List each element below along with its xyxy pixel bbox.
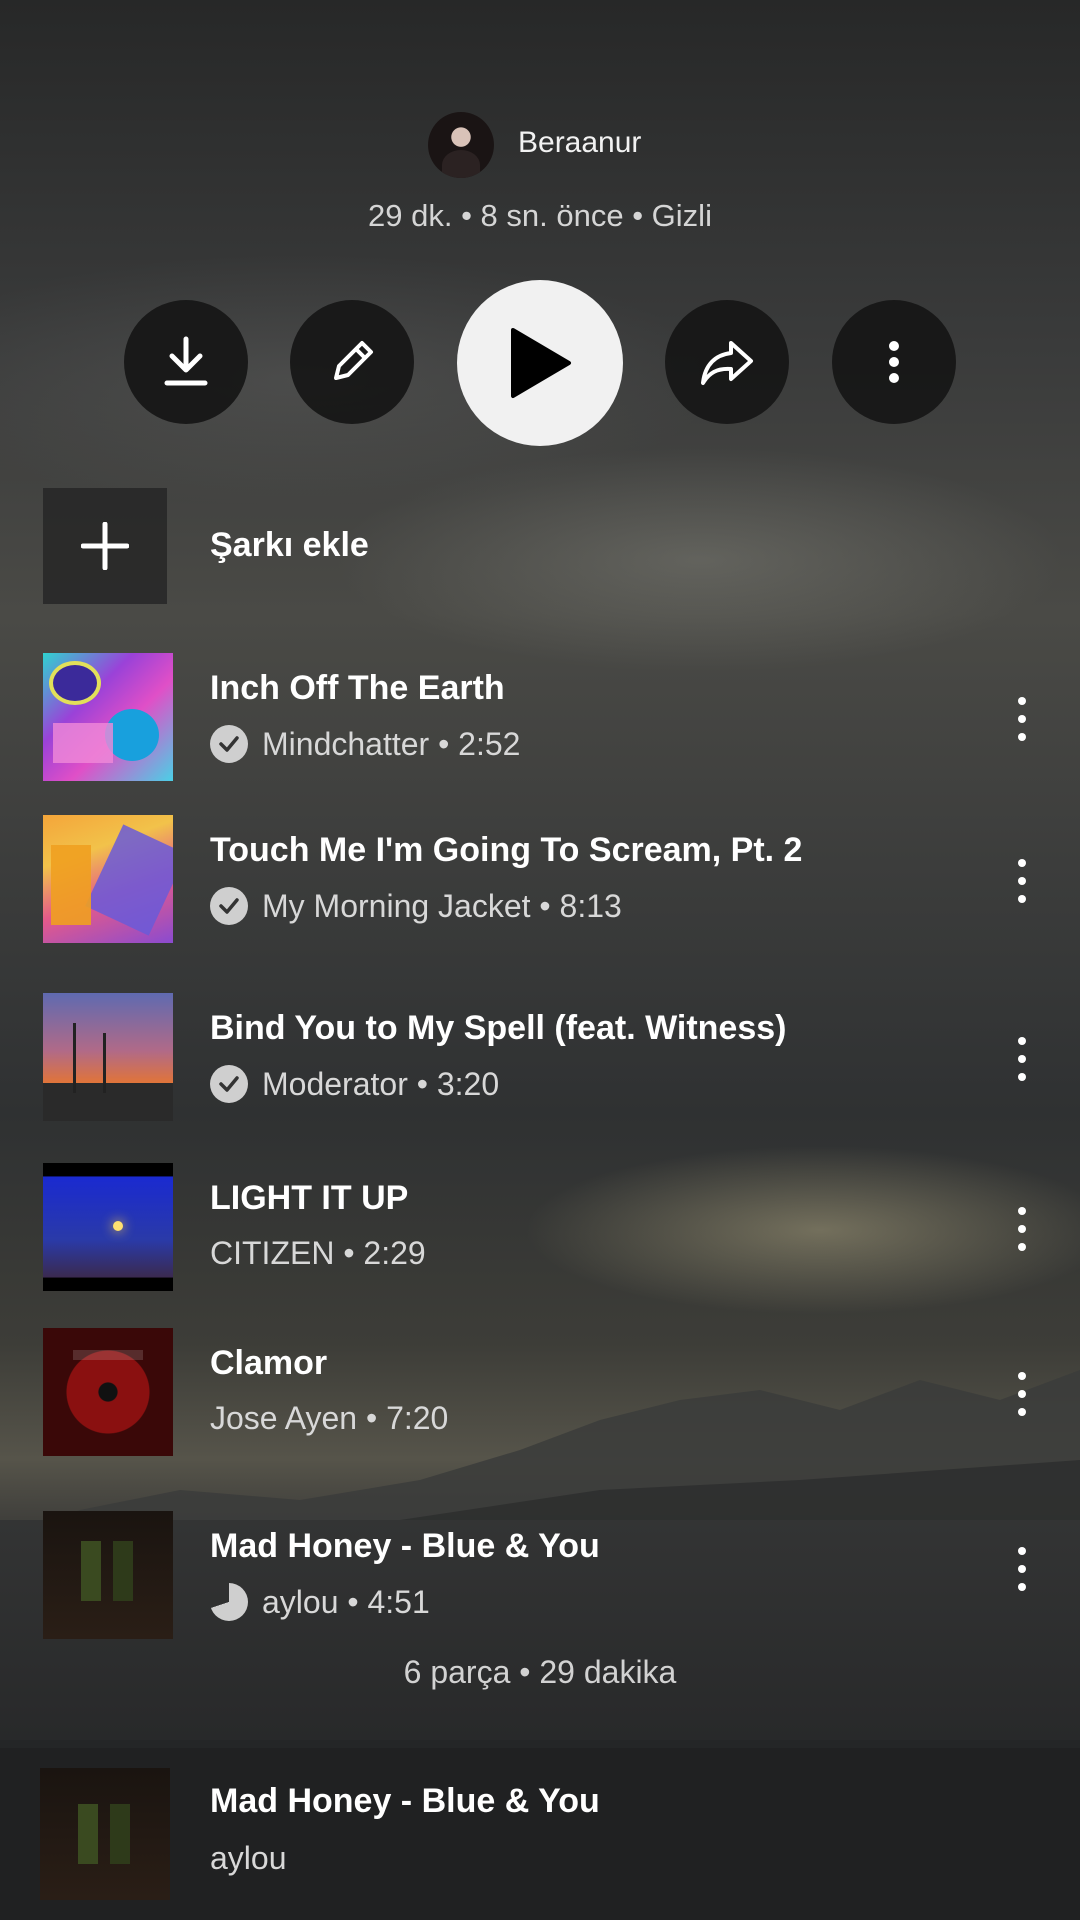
track-row[interactable]: Clamor Jose Ayen • 7:20 [0,1328,1080,1458]
playlist-meta: 29 dk. • 8 sn. önce • Gizli [368,198,712,233]
add-song-row[interactable]: Şarkı ekle [43,488,1043,604]
track-row[interactable]: Touch Me I'm Going To Scream, Pt. 2 My M… [0,815,1080,945]
track-subtitle: CITIZEN • 2:29 [210,1235,426,1272]
track-subtitle: My Morning Jacket • 8:13 [210,887,622,925]
owner-name[interactable]: Beraanur [518,126,641,160]
add-song-label: Şarkı ekle [210,526,369,564]
album-art [43,1328,173,1456]
track-subtitle: aylou • 4:51 [210,1583,430,1621]
track-more-icon[interactable] [1010,1372,1034,1416]
track-title: Mad Honey - Blue & You [210,1527,600,1565]
play-icon [511,328,571,398]
now-playing-artist: aylou [210,1840,287,1876]
track-artist-duration: My Morning Jacket • 8:13 [262,887,622,924]
more-vertical-icon [889,341,899,383]
album-art [43,815,173,943]
track-artist-duration: CITIZEN • 2:29 [210,1235,426,1271]
download-icon [164,336,208,386]
album-art [43,993,173,1121]
album-art [43,1511,173,1639]
avatar[interactable] [428,112,494,178]
track-artist-duration: Moderator • 3:20 [262,1065,500,1102]
pencil-icon [334,341,373,380]
track-more-icon[interactable] [1010,1037,1034,1081]
album-art [43,653,173,781]
now-playing-album-art [40,1768,170,1900]
downloaded-check-icon [210,887,248,925]
action-bar [0,280,1080,450]
add-song-box[interactable] [43,488,167,604]
downloaded-check-icon [210,1065,248,1103]
downloaded-check-icon [210,725,248,763]
edit-button[interactable] [290,300,414,424]
more-button[interactable] [832,300,956,424]
track-subtitle: Mindchatter • 2:52 [210,725,520,763]
track-title: Inch Off The Earth [210,669,505,707]
track-subtitle: Moderator • 3:20 [210,1065,499,1103]
track-row[interactable]: LIGHT IT UP CITIZEN • 2:29 [0,1163,1080,1293]
plus-icon [81,522,129,570]
track-title: LIGHT IT UP [210,1179,409,1217]
track-artist-duration: Jose Ayen • 7:20 [210,1400,449,1436]
share-button[interactable] [665,300,789,424]
play-button[interactable] [457,280,623,446]
mini-player[interactable]: Mad Honey - Blue & You aylou [0,1748,1080,1920]
download-button[interactable] [124,300,248,424]
track-row[interactable]: Bind You to My Spell (feat. Witness) Mod… [0,993,1080,1123]
album-art [43,1163,173,1291]
track-title: Clamor [210,1344,328,1382]
now-playing-title: Mad Honey - Blue & You [210,1782,600,1820]
share-icon [701,341,753,385]
track-title: Bind You to My Spell (feat. Witness) [210,1009,787,1047]
playlist-summary: 6 parça • 29 dakika [403,1654,677,1690]
track-artist-duration: Mindchatter • 2:52 [262,725,521,762]
track-title: Touch Me I'm Going To Scream, Pt. 2 [210,831,803,869]
track-more-icon[interactable] [1010,1207,1034,1251]
track-more-icon[interactable] [1010,859,1034,903]
track-subtitle: Jose Ayen • 7:20 [210,1400,448,1437]
track-row[interactable]: Inch Off The Earth Mindchatter • 2:52 [0,653,1080,783]
playlist-owner[interactable]: Beraanur [0,110,1080,180]
track-row[interactable]: Mad Honey - Blue & You aylou • 4:51 [0,1511,1080,1641]
track-more-icon[interactable] [1010,1547,1034,1591]
track-artist-duration: aylou • 4:51 [262,1583,430,1620]
downloading-icon [210,1583,248,1621]
track-more-icon[interactable] [1010,697,1034,741]
